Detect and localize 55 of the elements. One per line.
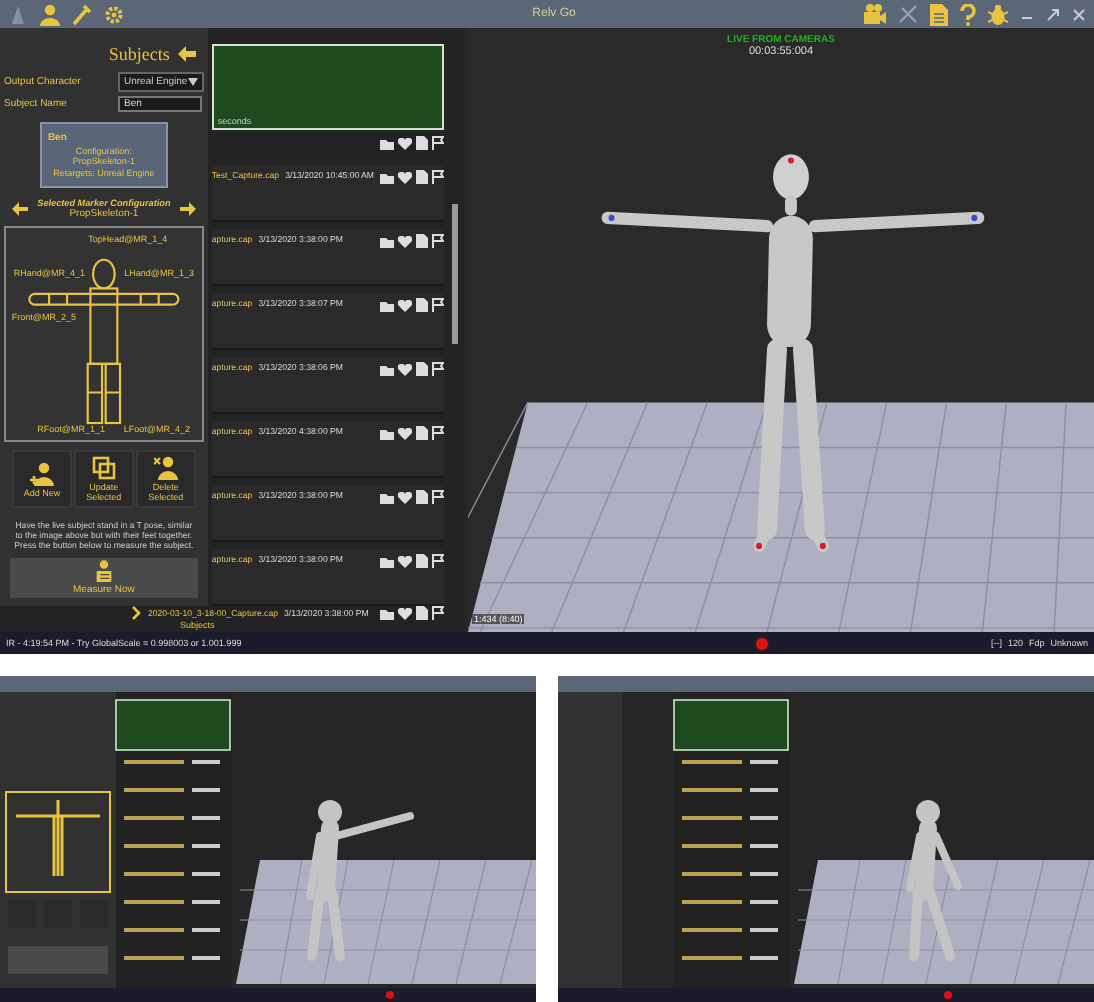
flag-icon[interactable]: [432, 170, 444, 184]
flag-icon[interactable]: [432, 606, 444, 620]
flag-icon[interactable]: [432, 362, 444, 376]
heart-icon[interactable]: [398, 299, 412, 311]
back-arrow-icon[interactable]: [177, 46, 196, 62]
settings-icon[interactable]: [104, 3, 124, 25]
document-icon[interactable]: [416, 426, 428, 440]
video-camera-icon[interactable]: [864, 4, 886, 24]
document-icon[interactable]: [416, 170, 428, 184]
copy-icon: [91, 456, 116, 480]
heart-icon[interactable]: [398, 427, 412, 439]
scrollbar[interactable]: [452, 204, 458, 344]
person-add-icon: [30, 461, 54, 485]
right-arrow-icon[interactable]: [179, 202, 196, 216]
person-measure-icon: [93, 560, 114, 582]
document-icon[interactable]: [416, 554, 428, 568]
folder-icon[interactable]: [380, 299, 394, 311]
document-icon[interactable]: [416, 606, 428, 620]
caret-icon: [187, 78, 198, 86]
folder-icon[interactable]: [380, 235, 394, 247]
document-icon[interactable]: [416, 362, 428, 376]
flag-icon[interactable]: [432, 234, 444, 248]
heart-icon[interactable]: [398, 235, 412, 247]
heart-icon[interactable]: [398, 363, 412, 375]
record-button[interactable]: [754, 635, 771, 651]
heart-icon[interactable]: [398, 491, 412, 503]
panel-title: Subjects: [108, 44, 170, 64]
help-icon[interactable]: [960, 3, 976, 25]
person-icon[interactable]: [40, 3, 60, 25]
close-icon[interactable]: [1072, 7, 1086, 21]
folder-icon[interactable]: [380, 427, 394, 439]
flag-icon[interactable]: [432, 136, 444, 150]
heart-icon[interactable]: [398, 171, 412, 183]
wand-icon[interactable]: [72, 3, 92, 25]
left-arrow-icon[interactable]: [12, 202, 28, 216]
folder-icon[interactable]: [380, 491, 394, 503]
person-remove-icon: [153, 456, 178, 480]
document-icon[interactable]: [416, 234, 428, 248]
flag-icon[interactable]: [432, 426, 444, 440]
folder-icon[interactable]: [380, 363, 394, 375]
folder-icon[interactable]: [380, 171, 394, 183]
bug-icon[interactable]: [988, 3, 1008, 25]
heart-icon[interactable]: [398, 555, 412, 567]
restore-icon[interactable]: [1046, 7, 1060, 21]
flag-icon[interactable]: [432, 490, 444, 504]
flag-icon[interactable]: [432, 298, 444, 312]
document-icon[interactable]: [416, 490, 428, 504]
document-icon[interactable]: [416, 136, 428, 150]
document-icon[interactable]: [416, 298, 428, 312]
heart-icon[interactable]: [398, 607, 412, 619]
flag-icon[interactable]: [432, 554, 444, 568]
heart-icon[interactable]: [398, 137, 412, 149]
folder-icon[interactable]: [380, 555, 394, 567]
chevron-right-icon[interactable]: [132, 606, 142, 620]
folder-icon[interactable]: [380, 137, 394, 149]
